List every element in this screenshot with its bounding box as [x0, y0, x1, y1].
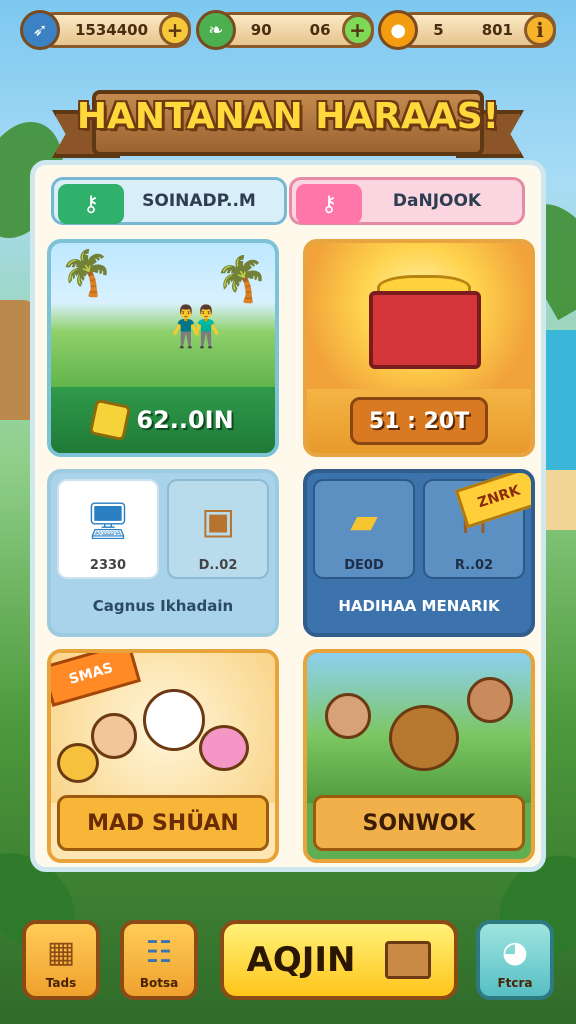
- tab-left-label: SOINADP..M: [142, 191, 256, 211]
- balloon-info-button[interactable]: ℹ: [524, 14, 556, 46]
- offer-card-treasure[interactable]: 51 : 20T: [303, 239, 535, 457]
- item-caption: 2330: [89, 558, 127, 573]
- nav-tads-button[interactable]: ▦ Tads: [22, 920, 100, 1000]
- resource-leaves-value: 90: [250, 21, 272, 39]
- add-gems-button[interactable]: +: [159, 14, 192, 46]
- nav-label: Botsa: [139, 976, 179, 990]
- offer-price: 51 : 20T: [350, 397, 488, 445]
- snowman-icon: [143, 689, 205, 751]
- gem-icon: [88, 398, 132, 442]
- nav-botsa-button[interactable]: ☷ Botsa: [120, 920, 198, 1000]
- main-action-label: AQJIN: [246, 940, 356, 980]
- item-caption: DE0D: [344, 558, 384, 573]
- card-footer: Cagnus Ikhadain: [92, 597, 234, 615]
- resource-leaves-extra: 06: [309, 21, 331, 39]
- boy-icon: [91, 713, 137, 759]
- pet-icon: ◕: [501, 935, 529, 970]
- tab-right-label: DaNJOOK: [392, 191, 482, 211]
- nav-label: Tads: [45, 976, 77, 990]
- item-frame[interactable]: ▣ D..02: [167, 479, 269, 579]
- item-monitor[interactable]: 🖥 2330: [57, 479, 159, 579]
- treasure-illustration: [307, 243, 531, 393]
- main-action-button[interactable]: AQJIN: [220, 920, 458, 1000]
- resource-balloons: 5 801 ● ℹ: [378, 10, 556, 50]
- palm-tree-icon: 🌴: [214, 254, 269, 305]
- bear-illustration: [307, 653, 531, 803]
- bottom-nav: ▦ Tads ☷ Botsa AQJIN ◕ Ftcra: [22, 920, 554, 1002]
- offer-price-bar: 62..0IN: [51, 387, 275, 453]
- monitor-icon: 🖥: [85, 501, 131, 542]
- park-illustration: 🌴 🌴 👬: [51, 243, 275, 391]
- nav-label: Ftcra: [497, 976, 533, 990]
- resource-bar: 1534400 ➶ + 90 06 ❧ + 5 801 ● ℹ: [20, 10, 556, 56]
- resource-leaves: 90 06 ❧ +: [195, 10, 374, 50]
- resource-gems-value: 1534400: [75, 21, 149, 39]
- leaf-icon: ❧: [195, 10, 236, 50]
- tab-right[interactable]: ⚷ DaNJOOK: [289, 177, 525, 225]
- resource-balloons-extra: 801: [481, 21, 513, 39]
- page-title: HANTANAN HARAAS!: [76, 96, 500, 137]
- people-icon: 👬: [171, 304, 221, 350]
- palm-tree-icon: 🌴: [59, 248, 114, 299]
- box-icon: ▦: [46, 935, 76, 970]
- offer-price: 62..0IN: [136, 406, 234, 434]
- item-caption: D..02: [198, 558, 238, 573]
- card-footer: HADIHAA MENARIK: [338, 597, 500, 615]
- offer-label: SONWOK: [313, 795, 525, 851]
- gold-bar-icon: ▰: [350, 500, 378, 542]
- crate-icon: [385, 941, 432, 979]
- bear-icon: [57, 743, 99, 783]
- tab-left[interactable]: ⚷ SOINADP..M: [51, 177, 287, 225]
- key-icon: ⚷: [296, 184, 362, 224]
- offer-card-rewards[interactable]: ▰ DE0D ⊓ R..02 ZNRK HADIHAA MENARIK: [303, 469, 535, 637]
- add-leaves-button[interactable]: +: [341, 14, 374, 46]
- pink-blob-icon: [199, 725, 249, 771]
- item-gold-block[interactable]: ▰ DE0D: [313, 479, 415, 579]
- nav-ftcra-button[interactable]: ◕ Ftcra: [476, 920, 554, 1000]
- item-caption: R..02: [454, 558, 494, 573]
- balloon-icon: ●: [378, 10, 419, 50]
- rocket-icon: ➶: [20, 10, 60, 50]
- boy-icon: [325, 693, 371, 739]
- offer-card-friends[interactable]: SMAS MAD SHÜAN: [47, 649, 279, 863]
- resource-balloons-value: 5: [433, 21, 444, 39]
- boy-icon: [467, 677, 513, 723]
- resource-gems: 1534400 ➶ +: [20, 10, 192, 50]
- shop-panel: ⚷ SOINADP..M ⚷ DaNJOOK 🌴 🌴 👬 62..0IN 51 …: [30, 160, 546, 872]
- title-banner: HANTANAN HARAAS!: [52, 88, 524, 158]
- treasure-chest-icon: [369, 291, 481, 369]
- list-icon: ☷: [145, 935, 173, 970]
- offer-label: MAD SHÜAN: [57, 795, 269, 851]
- offer-card-park[interactable]: 🌴 🌴 👬 62..0IN: [47, 239, 279, 457]
- offer-card-items[interactable]: 🖥 2330 ▣ D..02 Cagnus Ikhadain: [47, 469, 279, 637]
- offer-card-bear[interactable]: SONWOK: [303, 649, 535, 863]
- key-icon: ⚷: [58, 184, 124, 224]
- picture-frame-icon: ▣: [200, 500, 235, 542]
- bear-icon: [389, 705, 459, 771]
- tab-bar: ⚷ SOINADP..M ⚷ DaNJOOK: [51, 177, 525, 227]
